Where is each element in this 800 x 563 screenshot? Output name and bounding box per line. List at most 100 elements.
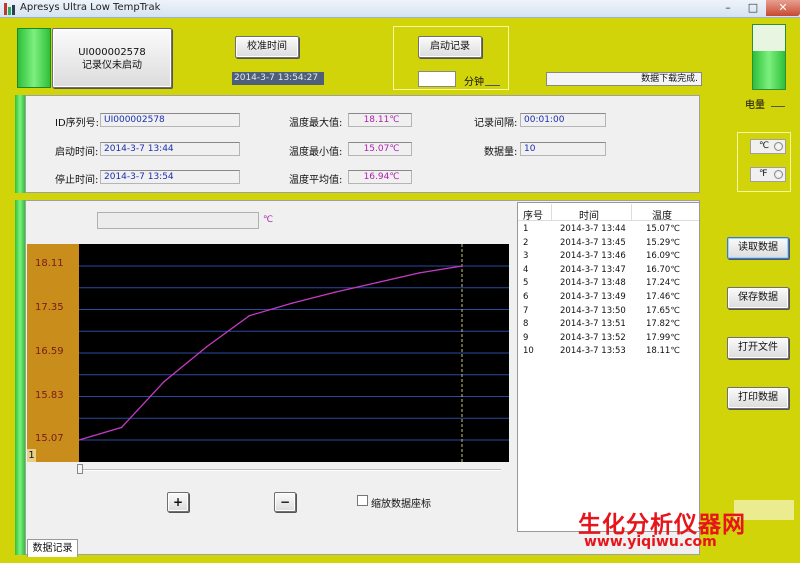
scale-checkbox[interactable] bbox=[357, 495, 368, 506]
calibrate-time-button[interactable]: 校准时间 bbox=[235, 36, 299, 58]
cell-index: 3 bbox=[523, 251, 529, 262]
data-accent-bar bbox=[15, 200, 25, 555]
battery-icon bbox=[752, 24, 786, 90]
temp-min-label: 温度最小值: bbox=[289, 147, 343, 158]
table-row[interactable]: 8 2014-3-7 13:51 17.82℃ bbox=[518, 318, 699, 331]
print-data-button[interactable]: 打印数据 bbox=[727, 387, 789, 409]
cell-index: 5 bbox=[523, 278, 529, 289]
cell-temperature: 16.70℃ bbox=[646, 264, 680, 275]
save-data-button[interactable]: 保存数据 bbox=[727, 287, 789, 309]
scale-checkbox-label: 缩放数据座标 bbox=[371, 499, 431, 510]
temp-max-value: 18.11℃ bbox=[348, 113, 412, 127]
info-accent-bar bbox=[15, 95, 25, 193]
zoom-in-button[interactable]: + bbox=[167, 492, 189, 512]
cell-index: 8 bbox=[523, 319, 529, 330]
table-row[interactable]: 10 2014-3-7 13:53 18.11℃ bbox=[518, 345, 699, 358]
temperature-data-point bbox=[248, 314, 251, 317]
zoom-out-icon: − bbox=[279, 495, 291, 509]
fahrenheit-option[interactable]: ℉ bbox=[750, 167, 786, 182]
cell-index: 6 bbox=[523, 292, 529, 302]
chart-plot-area[interactable] bbox=[79, 244, 509, 462]
minutes-label: 分钟 bbox=[464, 77, 484, 88]
celsius-radio[interactable] bbox=[774, 142, 783, 151]
y-tick-label: 15.83 bbox=[35, 390, 64, 401]
cell-index: 7 bbox=[523, 305, 529, 316]
device-status-button[interactable]: UI000002578 记录仪未启动 bbox=[52, 28, 172, 88]
fahrenheit-radio[interactable] bbox=[774, 170, 783, 179]
chart-scroll-track[interactable] bbox=[79, 469, 501, 471]
cell-time: 2014-3-7 13:50 bbox=[560, 305, 626, 316]
temperature-data-point bbox=[205, 345, 208, 348]
stop-time-label: 停止时间: bbox=[55, 175, 99, 186]
close-button[interactable]: ✕ bbox=[766, 0, 800, 16]
device-status-text: 记录仪未启动 bbox=[82, 60, 142, 71]
temperature-data-point bbox=[120, 426, 123, 429]
cell-time: 2014-3-7 13:49 bbox=[560, 292, 626, 302]
cell-temperature: 16.09℃ bbox=[646, 251, 680, 262]
table-row[interactable]: 9 2014-3-7 13:52 17.99℃ bbox=[518, 332, 699, 345]
zoom-out-button[interactable]: − bbox=[274, 492, 296, 512]
zoom-in-icon: + bbox=[172, 495, 184, 509]
cell-time: 2014-3-7 13:52 bbox=[560, 332, 626, 343]
temperature-data-point bbox=[376, 281, 378, 284]
table-row[interactable]: 4 2014-3-7 13:47 16.70℃ bbox=[518, 264, 699, 277]
tab-data-record[interactable]: 数据记录 bbox=[27, 539, 78, 557]
cell-temperature: 17.99℃ bbox=[646, 332, 680, 343]
header-index: 序号 bbox=[523, 211, 543, 222]
temperature-chart bbox=[79, 244, 509, 462]
table-row[interactable]: 5 2014-3-7 13:48 17.24℃ bbox=[518, 277, 699, 290]
temp-max-label: 温度最大值: bbox=[289, 118, 343, 129]
cell-temperature: 17.24℃ bbox=[646, 278, 680, 289]
data-table[interactable]: 序号 时间 温度 1 2014-3-7 13:44 15.07℃ 2 2014-3-7 … bbox=[517, 202, 700, 532]
celsius-option[interactable]: ℃ bbox=[750, 139, 786, 154]
read-data-button[interactable]: 读取数据 bbox=[727, 237, 789, 259]
table-row[interactable]: 7 2014-3-7 13:50 17.65℃ bbox=[518, 305, 699, 318]
cell-temperature: 17.82℃ bbox=[646, 319, 680, 330]
table-row[interactable]: 6 2014-3-7 13:49 17.46℃ bbox=[518, 291, 699, 304]
cell-time: 2014-3-7 13:46 bbox=[560, 251, 626, 262]
cell-index: 1 bbox=[523, 224, 529, 234]
minutes-underline bbox=[485, 85, 500, 86]
id-label: ID序列号: bbox=[55, 118, 100, 129]
window-title: Apresys Ultra Low TempTrak bbox=[20, 2, 161, 13]
start-time-label: 启动时间: bbox=[55, 147, 99, 158]
table-header: 序号 时间 温度 bbox=[518, 203, 699, 222]
cell-temperature: 17.65℃ bbox=[646, 305, 680, 316]
current-time-display: 2014-3-7 13:54:27 bbox=[232, 72, 324, 85]
start-time-value: 2014-3-7 13:44 bbox=[100, 142, 240, 156]
start-record-button[interactable]: 启动记录 bbox=[418, 36, 482, 58]
cell-time: 2014-3-7 13:44 bbox=[560, 224, 626, 234]
y-tick-label: 16.59 bbox=[35, 346, 64, 357]
stop-time-value: 2014-3-7 13:54 bbox=[100, 170, 240, 184]
table-row[interactable]: 3 2014-3-7 13:46 16.09℃ bbox=[518, 250, 699, 263]
open-file-button[interactable]: 打开文件 bbox=[727, 337, 789, 359]
cell-temperature: 15.07℃ bbox=[646, 224, 680, 234]
cell-time: 2014-3-7 13:47 bbox=[560, 264, 626, 275]
temperature-data-point bbox=[290, 302, 293, 305]
y-tick-label: 18.11 bbox=[35, 258, 64, 269]
title-bar: Apresys Ultra Low TempTrak – □ ✕ bbox=[0, 0, 800, 18]
battery-label: 电量 bbox=[745, 100, 765, 111]
cell-time: 2014-3-7 13:51 bbox=[560, 319, 626, 330]
temp-avg-value: 16.94℃ bbox=[348, 170, 412, 184]
table-row[interactable]: 1 2014-3-7 13:44 15.07℃ bbox=[518, 223, 699, 236]
cell-index: 4 bbox=[523, 264, 529, 275]
status-message: 数据下载完成. bbox=[546, 72, 702, 86]
cell-time: 2014-3-7 13:53 bbox=[560, 346, 626, 357]
chart-scroll-handle[interactable] bbox=[77, 464, 83, 474]
temperature-data-point bbox=[461, 265, 463, 267]
interval-value: 00:01:00 bbox=[520, 113, 606, 127]
table-row[interactable]: 2 2014-3-7 13:45 15.29℃ bbox=[518, 237, 699, 250]
header-temperature: 温度 bbox=[652, 211, 672, 222]
cell-temperature: 18.11℃ bbox=[646, 346, 680, 357]
minimize-button[interactable]: – bbox=[716, 0, 740, 16]
maximize-button[interactable]: □ bbox=[741, 0, 765, 16]
cell-time: 2014-3-7 13:48 bbox=[560, 278, 626, 289]
count-label: 数据量: bbox=[484, 147, 518, 158]
temp-avg-label: 温度平均值: bbox=[289, 175, 343, 186]
temperature-data-point bbox=[163, 380, 165, 383]
temperature-data-point bbox=[333, 291, 336, 294]
chart-value-readout bbox=[97, 212, 259, 229]
minutes-input[interactable] bbox=[418, 71, 456, 87]
interval-label: 记录间隔: bbox=[474, 118, 518, 129]
